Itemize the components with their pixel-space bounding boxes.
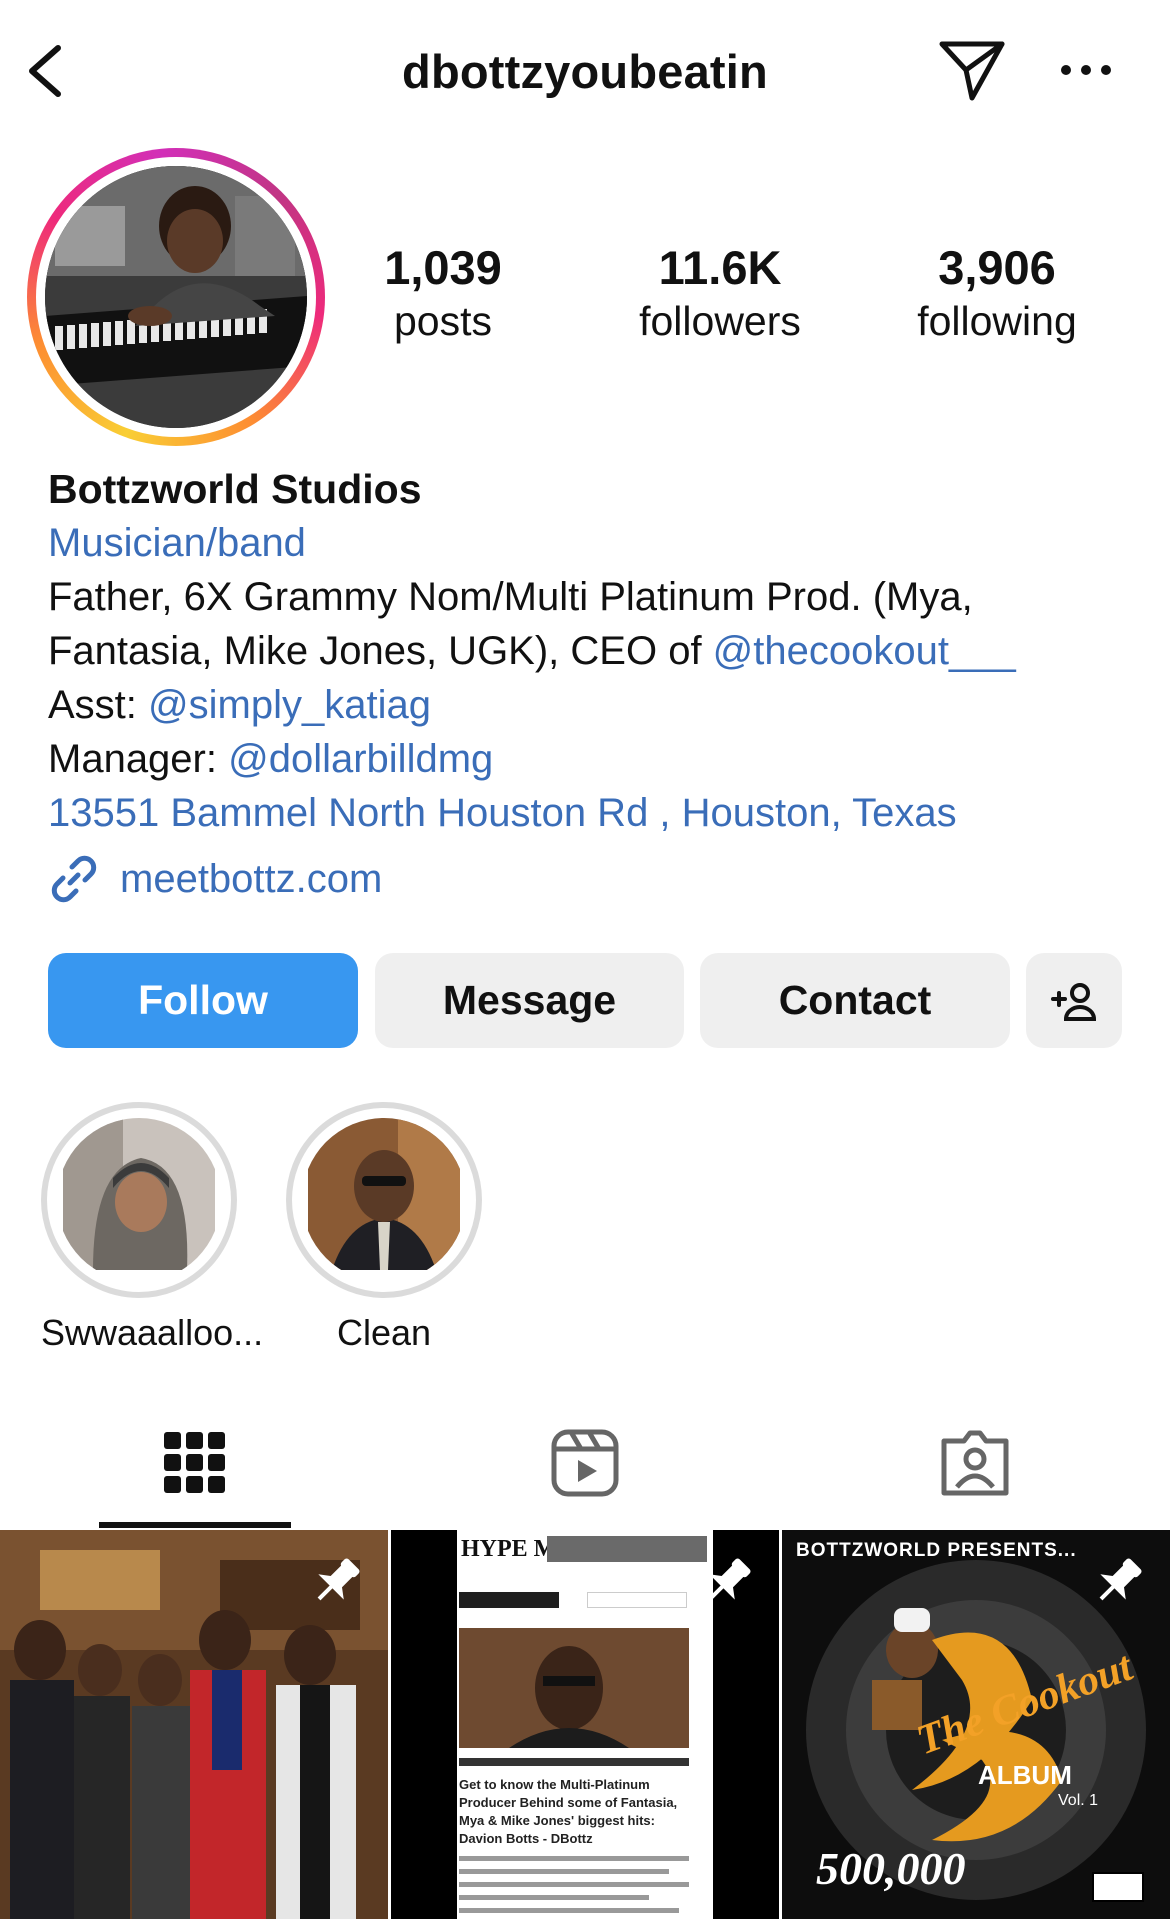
posts-grid: HYPE MAGAZINE Get to know the Multi-Plat…: [0, 1530, 1170, 1919]
highlight-swwaaalloo[interactable]: Swwaaalloo...: [41, 1102, 264, 1354]
followers-count: 11.6K: [658, 241, 782, 294]
display-name: Bottzworld Studios: [48, 466, 422, 512]
stat-following[interactable]: 3,906 following: [892, 240, 1102, 346]
tagged-user-icon: [941, 1430, 1009, 1496]
post-thumbnail[interactable]: [0, 1530, 388, 1919]
tab-reels[interactable]: [390, 1400, 780, 1526]
link-icon: [51, 855, 97, 903]
avatar-story-ring[interactable]: [27, 148, 325, 446]
website-text: meetbottz.com: [120, 857, 383, 901]
highlight-cover: [302, 1118, 466, 1282]
suggested-users-button[interactable]: [1026, 953, 1122, 1048]
message-button[interactable]: Message: [375, 953, 684, 1048]
ellipsis-icon: [1061, 65, 1111, 75]
bio-manager-line: Manager: @dollarbilldmg: [48, 732, 1148, 786]
avatar: [45, 166, 307, 428]
following-count: 3,906: [938, 241, 1056, 294]
bio-line-2: Fantasia, Mike Jones, UGK), CEO of @thec…: [48, 624, 1148, 678]
posts-label: posts: [394, 298, 492, 344]
more-options-button[interactable]: [1056, 48, 1116, 92]
manager-prefix: Manager:: [48, 737, 229, 781]
category-label[interactable]: Musician/band: [48, 516, 1148, 570]
album-number: 500,000: [816, 1843, 966, 1894]
following-label: following: [917, 298, 1077, 344]
active-tab-indicator: [99, 1522, 291, 1528]
post-thumbnail[interactable]: BOTTZWORLD PRESENTS... The Cookout ALBUM…: [782, 1530, 1170, 1919]
reels-icon: [551, 1429, 619, 1497]
mention-thecookout[interactable]: @thecookout___: [713, 629, 1016, 673]
highlight-cover: [57, 1118, 221, 1282]
stat-posts[interactable]: 1,039 posts: [372, 240, 514, 346]
add-person-icon: [1051, 982, 1097, 1021]
profile-header: dbottzyoubeatin: [0, 0, 1170, 140]
paper-plane-icon: [939, 41, 1005, 101]
bio-asst-line: Asst: @simply_katiag: [48, 678, 1148, 732]
grid-icon: [164, 1432, 225, 1493]
pin-icon: [317, 1558, 360, 1601]
address-link[interactable]: 13551 Bammel North Houston Rd , Houston,…: [48, 786, 1148, 840]
bio-line-1: Father, 6X Grammy Nom/Multi Platinum Pro…: [48, 575, 973, 619]
website-link[interactable]: meetbottz.com: [48, 852, 1148, 906]
album-header: BOTTZWORLD PRESENTS...: [796, 1540, 1077, 1561]
follow-button[interactable]: Follow: [48, 953, 358, 1048]
profile-bio: Bottzworld Studios Musician/band Father,…: [48, 462, 1148, 906]
tab-tagged[interactable]: [780, 1400, 1170, 1526]
stat-followers[interactable]: 11.6K followers: [620, 240, 820, 346]
parental-advisory-label: [1092, 1872, 1144, 1902]
mention-dollarbilldmg[interactable]: @dollarbilldmg: [228, 737, 493, 781]
share-button[interactable]: [936, 36, 1008, 106]
profile-tabs: [0, 1400, 1170, 1530]
mention-simply-katiag[interactable]: @simply_katiag: [148, 683, 431, 727]
highlight-label: Swwaaalloo...: [41, 1312, 264, 1353]
pin-icon: [708, 1558, 751, 1601]
bio-line-2-text: Fantasia, Mike Jones, UGK), CEO of: [48, 629, 713, 673]
pin-icon: [1099, 1558, 1142, 1601]
article-headline: Get to know the Multi-Platinum Producer …: [459, 1777, 678, 1846]
highlight-label: Clean: [336, 1312, 432, 1353]
followers-label: followers: [639, 298, 801, 344]
album-volume: Vol. 1: [1058, 1792, 1099, 1809]
highlight-clean[interactable]: Clean: [286, 1102, 482, 1354]
post-thumbnail[interactable]: HYPE MAGAZINE Get to know the Multi-Plat…: [391, 1530, 779, 1919]
asst-prefix: Asst:: [48, 683, 149, 727]
posts-count: 1,039: [384, 241, 502, 294]
album-subtitle: ALBUM: [978, 1760, 1072, 1790]
tab-posts-grid[interactable]: [0, 1400, 390, 1526]
contact-button[interactable]: Contact: [700, 953, 1010, 1048]
